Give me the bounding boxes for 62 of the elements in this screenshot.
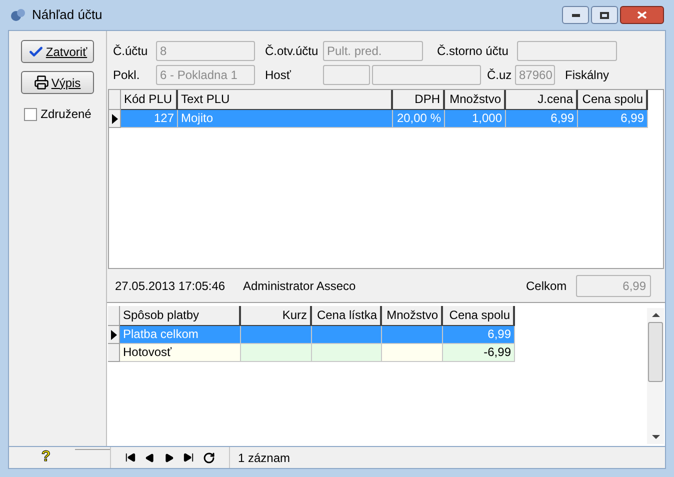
printer-icon xyxy=(34,75,50,90)
table-cell xyxy=(382,344,443,362)
close-button[interactable]: Zatvoriť xyxy=(21,40,94,63)
last-record-icon xyxy=(183,452,194,463)
record-count: 1 záznam xyxy=(238,450,290,466)
scroll-thumb[interactable] xyxy=(648,322,663,382)
table-cell xyxy=(241,344,312,362)
column-header[interactable]: Text PLU xyxy=(178,90,393,110)
total-field: 6,99 xyxy=(576,274,651,296)
row-pointer-icon xyxy=(110,330,116,340)
row-pointer-icon xyxy=(112,114,118,124)
column-header[interactable]: DPH xyxy=(393,90,445,110)
table-cell: 1,000 xyxy=(445,110,506,128)
table-cell: 6,99 xyxy=(506,110,578,128)
table-cell: 6,99 xyxy=(578,110,648,128)
window-icon xyxy=(10,8,26,22)
open-account-field: Pult. pred. xyxy=(323,41,423,61)
guest-label: Hosť xyxy=(265,67,292,84)
grouped-checkbox[interactable] xyxy=(24,108,37,120)
fiscal-label: Fiskálny xyxy=(565,67,610,84)
column-header[interactable]: Množstvo xyxy=(445,90,506,110)
account-field: 8 xyxy=(156,41,255,61)
total-label: Celkom xyxy=(526,278,568,294)
first-record-icon xyxy=(125,452,136,463)
table-cell xyxy=(312,344,382,362)
window-title: Náhľad účtu xyxy=(32,6,102,24)
account-label: Č.účtu xyxy=(113,43,149,60)
minimize-button[interactable] xyxy=(562,6,589,24)
table-cell: Hotovosť xyxy=(120,344,241,362)
maximize-button[interactable] xyxy=(591,6,618,24)
table-cell: 127 xyxy=(121,110,178,128)
user-field: 87960 xyxy=(515,65,555,85)
column-header[interactable]: Cena spolu xyxy=(443,306,515,326)
storno-label: Č.storno účtu xyxy=(437,43,510,60)
column-header[interactable]: J.cena xyxy=(506,90,578,110)
datetime-text: 27.05.2013 17:05:46 xyxy=(115,278,226,294)
print-button[interactable]: Výpis xyxy=(21,71,94,94)
column-header[interactable]: Cena spolu xyxy=(578,90,648,110)
table-cell: 20,00 % xyxy=(393,110,445,128)
row-indicator[interactable] xyxy=(108,326,120,344)
table-cell: -6,99 xyxy=(443,344,515,362)
grouped-label: Združené xyxy=(40,106,92,123)
guest-code-field xyxy=(323,65,370,85)
scrollbar[interactable] xyxy=(647,308,664,444)
user-name-text: Administrator Asseco xyxy=(243,278,357,294)
table-cell: Mojito xyxy=(178,110,393,128)
register-label: Pokl. xyxy=(113,67,141,84)
column-header[interactable]: Kurz xyxy=(241,306,312,326)
column-header[interactable]: Množstvo xyxy=(382,306,443,326)
user-label: Č.uz xyxy=(487,67,513,84)
refresh-icon xyxy=(203,452,215,464)
next-record-icon xyxy=(164,452,174,462)
previous-record-icon xyxy=(145,452,155,462)
close-icon xyxy=(637,11,647,19)
close-button[interactable] xyxy=(620,6,664,24)
register-field: 6 - Pokladna 1 xyxy=(156,65,255,85)
column-header[interactable]: Cena lístka xyxy=(312,306,382,326)
payment-row[interactable]: Hotovosť -6,99 xyxy=(108,344,515,362)
row-indicator[interactable] xyxy=(109,110,121,128)
open-account-label: Č.otv.účtu xyxy=(265,43,320,60)
column-header[interactable]: Spôsob platby xyxy=(120,306,241,326)
column-header[interactable]: Kód PLU xyxy=(121,90,178,110)
